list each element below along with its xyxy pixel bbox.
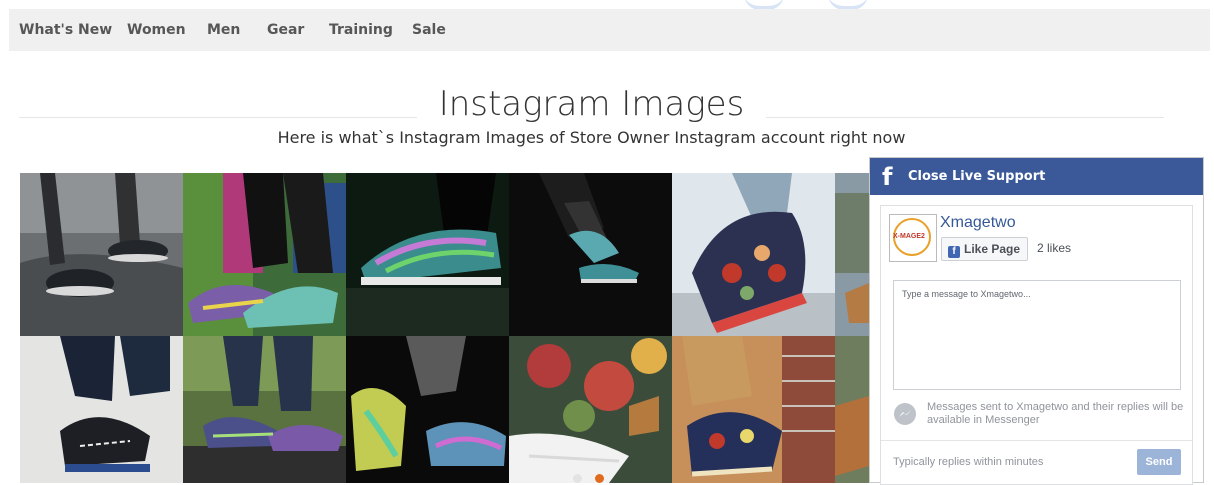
instagram-image[interactable] bbox=[346, 173, 509, 336]
instagram-image[interactable] bbox=[672, 173, 835, 336]
send-button[interactable]: Send bbox=[1137, 449, 1181, 475]
close-live-support-label: Close Live Support bbox=[908, 169, 1046, 184]
nav-item-sale[interactable]: Sale bbox=[412, 9, 446, 51]
message-input[interactable]: Type a message to Xmagetwo... bbox=[893, 280, 1181, 390]
messenger-note: Messages sent to Xmagetwo and their repl… bbox=[927, 401, 1184, 426]
page-logo[interactable]: X-MAGE2 bbox=[889, 214, 937, 262]
instagram-image[interactable] bbox=[835, 336, 869, 483]
page-subtitle: Here is what`s Instagram Images of Store… bbox=[277, 128, 906, 147]
nav-item-training[interactable]: Training bbox=[329, 9, 393, 51]
instagram-image[interactable] bbox=[672, 336, 835, 483]
instagram-image[interactable] bbox=[183, 336, 346, 483]
instagram-image[interactable] bbox=[20, 336, 183, 483]
instagram-image[interactable] bbox=[509, 336, 672, 483]
instagram-image[interactable] bbox=[509, 173, 672, 336]
facebook-page-name[interactable]: Xmagetwo bbox=[940, 214, 1016, 232]
card-divider bbox=[881, 440, 1192, 441]
close-live-support-button[interactable]: f Close Live Support bbox=[870, 158, 1203, 195]
facebook-like-icon: f bbox=[948, 246, 960, 258]
facebook-live-support-panel: f Close Live Support X-MAGE2 Xmagetwo fL… bbox=[869, 157, 1204, 485]
instagram-image[interactable] bbox=[183, 173, 346, 336]
facebook-page-card: X-MAGE2 Xmagetwo f Like Page 2 likes Type… bbox=[880, 205, 1193, 485]
like-page-button[interactable]: f Like Page bbox=[941, 237, 1029, 261]
nav-item-whats-new[interactable]: What's New bbox=[19, 9, 112, 51]
like-page-label: Like Page bbox=[964, 242, 1021, 256]
nav-item-men[interactable]: Men bbox=[207, 9, 240, 51]
page-title: Instagram Images bbox=[0, 80, 1183, 128]
nav-item-gear[interactable]: Gear bbox=[267, 9, 304, 51]
carousel-dot[interactable] bbox=[573, 474, 582, 483]
main-navigation: What's New Women Men Gear Training Sale bbox=[9, 9, 1210, 51]
facebook-f-icon: f bbox=[882, 163, 893, 191]
messenger-icon bbox=[894, 403, 916, 425]
instagram-image[interactable] bbox=[20, 173, 183, 336]
page-title-text: Instagram Images bbox=[416, 84, 767, 124]
likes-count: 2 likes bbox=[1037, 241, 1072, 255]
reply-time-note: Typically replies within minutes bbox=[893, 456, 1044, 468]
logo-text: X-MAGE2 bbox=[893, 233, 925, 240]
nav-item-women[interactable]: Women bbox=[127, 9, 186, 51]
instagram-image[interactable] bbox=[346, 336, 509, 483]
instagram-image[interactable] bbox=[835, 173, 869, 336]
carousel-dot-active[interactable] bbox=[595, 474, 604, 483]
message-placeholder: Type a message to Xmagetwo... bbox=[902, 289, 1031, 299]
